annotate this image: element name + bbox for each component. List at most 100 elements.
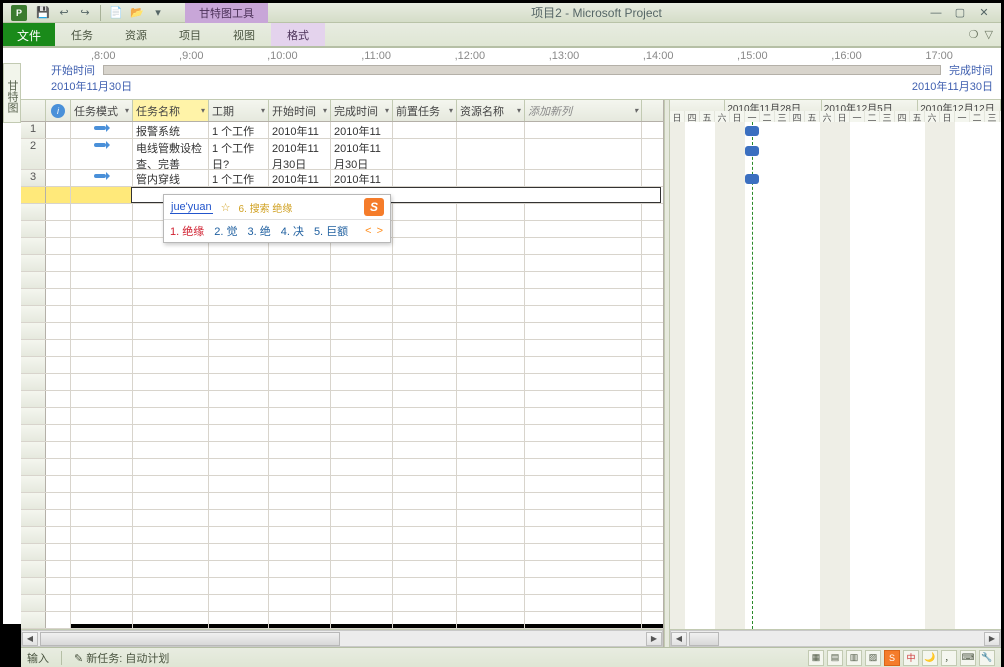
cell-res[interactable] [457,139,525,169]
moon-icon[interactable]: 🌙 [922,650,938,666]
empty-row[interactable] [21,561,663,578]
gantt-hscrollbar[interactable]: ◀ ▶ [670,630,1001,647]
cell-mode[interactable] [71,122,133,138]
grid-hscrollbar[interactable]: ◀ ▶ [21,630,663,647]
task-row[interactable]: 2电线管敷设检查、完善1 个工作日?2010年11月30日2010年11月30日 [21,139,663,170]
scroll-right-icon[interactable]: ▶ [984,632,1000,646]
close-button[interactable]: ✕ [973,5,995,21]
cell-add[interactable] [525,139,642,169]
cell-info[interactable] [46,122,71,138]
scrollbar-thumb[interactable] [40,632,340,646]
qat-save-icon[interactable]: 💾 [34,4,52,22]
view-button[interactable]: ▦ [808,650,824,666]
view-vertical-tab[interactable]: 甘特图 [3,63,21,123]
ime-candidate[interactable]: 1. 绝缘 [170,223,204,239]
cell-info[interactable] [46,139,71,169]
empty-row[interactable] [21,459,663,476]
ime-input[interactable]: jue'yuan [170,201,213,214]
col-name[interactable]: 任务名称▾ [133,100,209,121]
col-start[interactable]: 开始时间▾ [269,100,331,121]
task-row[interactable]: 3管内穿线1 个工作2010年11月2010年11月 [21,170,663,187]
ime-candidates[interactable]: 1. 绝缘 2. 觉 3. 绝 4. 决 5. 巨额 < > [164,219,390,242]
ime-candidate[interactable]: 4. 决 [281,223,304,239]
empty-row[interactable] [21,374,663,391]
qat-undo-icon[interactable]: ↩ [55,4,73,22]
cell-add[interactable] [525,170,642,186]
scroll-right-icon[interactable]: ▶ [646,632,662,646]
ime-candidate[interactable]: 3. 绝 [247,223,270,239]
cell-start[interactable]: 2010年11月 [269,170,331,186]
empty-row[interactable] [21,408,663,425]
cell-res[interactable] [457,122,525,138]
col-add-new[interactable]: 添加新列▾ [525,100,642,121]
comma-icon[interactable]: ， [941,650,957,666]
cell-end[interactable]: 2010年11月 [331,170,393,186]
cell-name[interactable]: 报警系统 [133,122,209,138]
app-icon[interactable]: P [11,5,27,21]
timeline-bar[interactable] [103,65,941,75]
empty-row[interactable] [21,527,663,544]
row-number[interactable]: 3 [21,170,46,186]
maximize-button[interactable]: ▢ [949,5,971,21]
empty-row[interactable] [21,391,663,408]
empty-row[interactable] [21,578,663,595]
cell-end[interactable]: 2010年11月30日 [331,139,393,169]
tab-resource[interactable]: 资源 [109,23,163,46]
minimize-button[interactable]: — [925,5,947,21]
gantt-body[interactable] [670,122,1001,629]
gantt-bar[interactable] [745,146,759,156]
empty-row[interactable] [21,357,663,374]
empty-row[interactable] [21,425,663,442]
empty-row[interactable] [21,306,663,323]
empty-row[interactable] [21,476,663,493]
lang-cn-icon[interactable]: 中 [903,650,919,666]
cell-mode[interactable] [71,170,133,186]
cell-start[interactable]: 2010年11月 [269,122,331,138]
cell-mode[interactable] [71,139,133,169]
cell-end[interactable]: 2010年11月 [331,122,393,138]
cell-pred[interactable] [393,170,457,186]
cell-res[interactable] [457,170,525,186]
col-end[interactable]: 完成时间▾ [331,100,393,121]
file-tab[interactable]: 文件 [3,23,55,46]
tab-task[interactable]: 任务 [55,23,109,46]
scroll-left-icon[interactable]: ◀ [671,632,687,646]
tab-format[interactable]: 格式 [271,23,325,46]
qat-more-icon[interactable]: ▾ [149,4,167,22]
col-mode[interactable]: 任务模式▾ [71,100,133,121]
keyboard-icon[interactable]: ⌨ [960,650,976,666]
qat-redo-icon[interactable]: ↪ [76,4,94,22]
cell-info[interactable] [46,170,71,186]
col-duration[interactable]: 工期▾ [209,100,269,121]
empty-row[interactable] [21,595,663,612]
ime-candidate[interactable]: 2. 觉 [214,223,237,239]
cell-duration[interactable]: 1 个工作日? [209,139,269,169]
empty-row[interactable] [21,340,663,357]
view-button[interactable]: ▥ [846,650,862,666]
empty-row[interactable] [21,289,663,306]
empty-row[interactable] [21,544,663,561]
ime-status-icon[interactable]: S [884,650,900,666]
col-resources[interactable]: 资源名称▾ [457,100,525,121]
ribbon-collapse-icon[interactable]: ▽ [985,28,993,41]
gantt-bar[interactable] [745,126,759,136]
scrollbar-thumb[interactable] [689,632,719,646]
empty-row[interactable] [21,510,663,527]
ime-search-hint[interactable]: 6. 搜索 绝缘 [239,200,293,215]
cell-name[interactable]: 电线管敷设检查、完善 [133,139,209,169]
grid-corner[interactable] [21,100,46,121]
wrench-icon[interactable]: 🔧 [979,650,995,666]
row-number[interactable]: 1 [21,122,46,138]
ime-candidate[interactable]: 5. 巨额 [314,223,348,239]
empty-row[interactable] [21,323,663,340]
cell-pred[interactable] [393,122,457,138]
ime-page-arrows[interactable]: < > [365,225,384,237]
empty-row[interactable] [21,255,663,272]
empty-row[interactable] [21,272,663,289]
cell-start[interactable]: 2010年11月30日 [269,139,331,169]
qat-open-icon[interactable]: 📂 [128,4,146,22]
scroll-left-icon[interactable]: ◀ [22,632,38,646]
cell-duration[interactable]: 1 个工作 [209,170,269,186]
tab-view[interactable]: 视图 [217,23,271,46]
empty-row[interactable] [21,612,663,629]
